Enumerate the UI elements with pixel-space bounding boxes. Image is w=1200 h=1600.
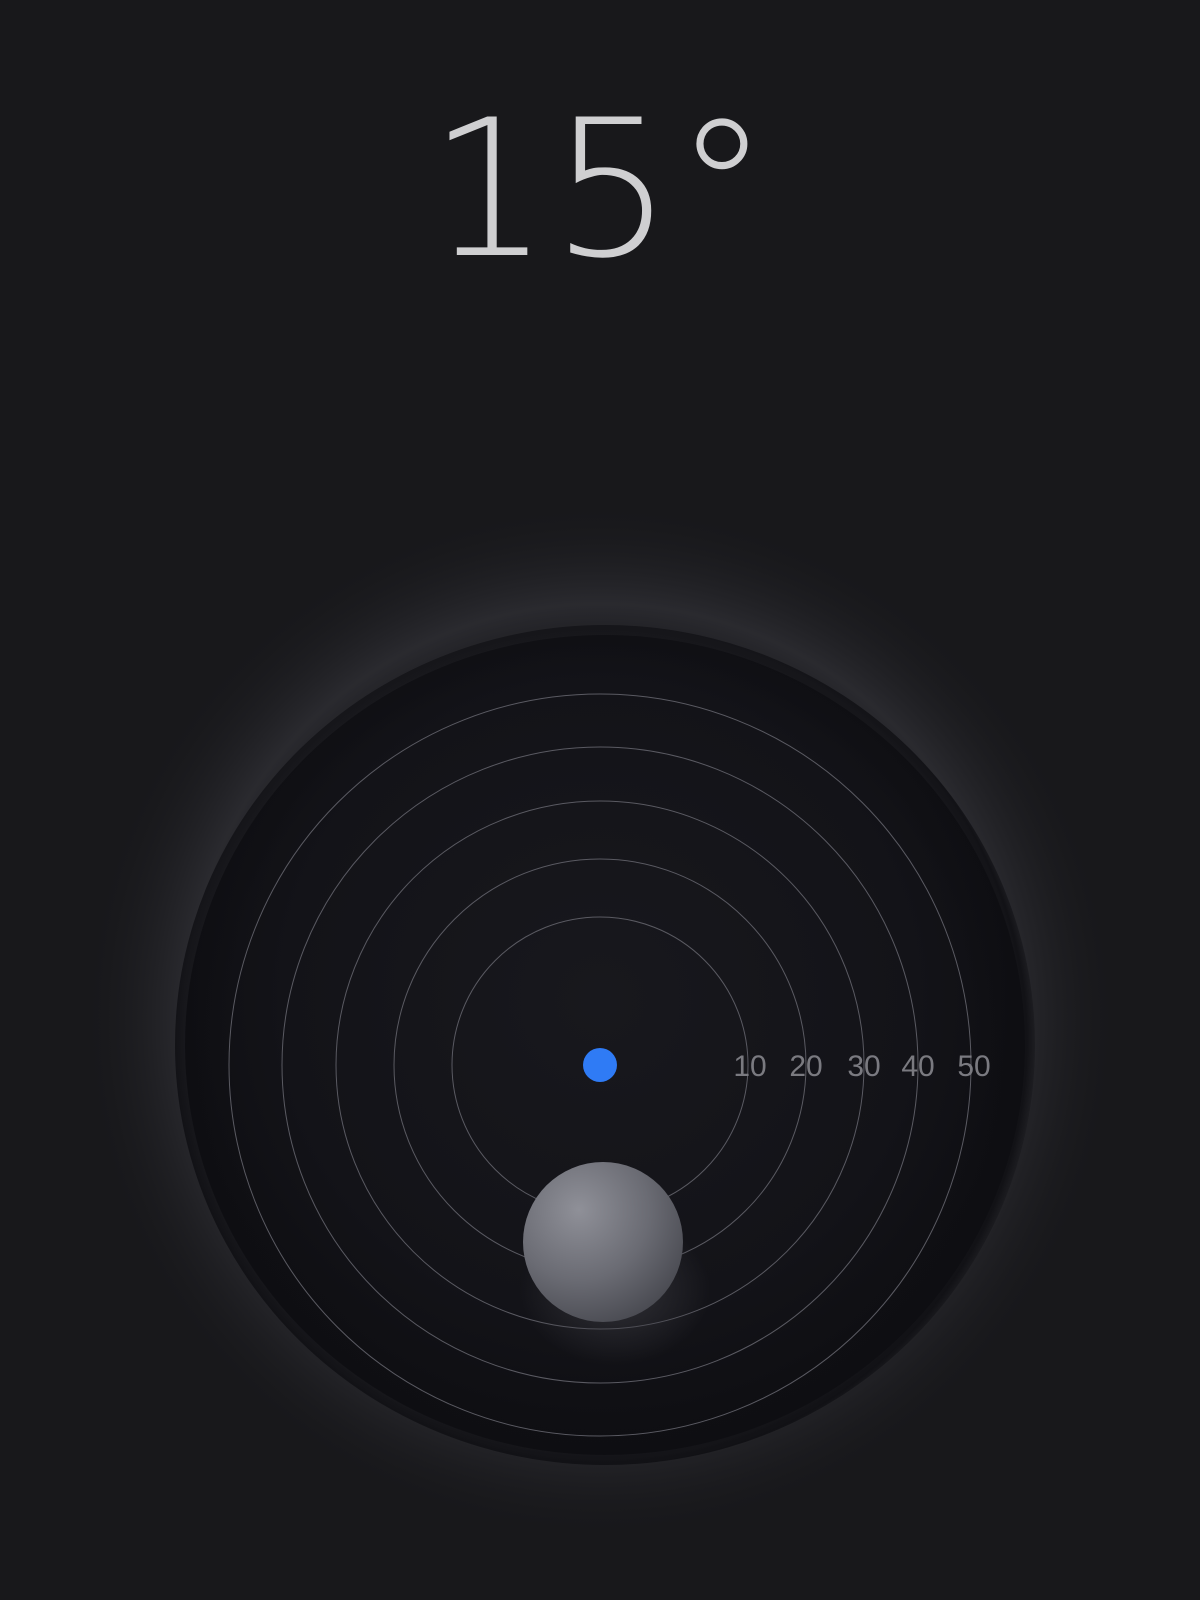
level-screen: 15° 10 20 30 40 50 xyxy=(0,0,1200,1600)
level-bowl: 10 20 30 40 50 xyxy=(70,490,1130,1570)
scale-label-40: 40 xyxy=(901,1050,934,1083)
target-dot-icon xyxy=(583,1048,617,1082)
scale-label-30: 30 xyxy=(847,1050,880,1083)
level-bubble-icon xyxy=(523,1162,683,1322)
scale-label-50: 50 xyxy=(957,1050,990,1083)
scale-label-10: 10 xyxy=(733,1050,766,1083)
scale-label-20: 20 xyxy=(789,1050,822,1083)
